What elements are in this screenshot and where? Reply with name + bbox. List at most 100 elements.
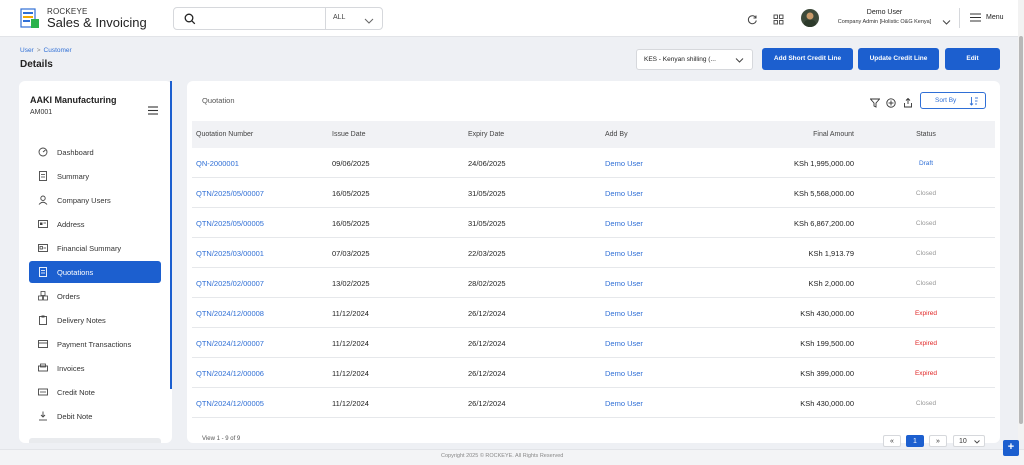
orders-icon — [38, 291, 48, 301]
added-by-link[interactable]: Demo User — [605, 189, 643, 198]
quotation-number-link[interactable]: QTN/2024/12/00006 — [196, 369, 264, 378]
sidebar-item-debit-note[interactable]: Debit Note — [29, 405, 161, 427]
sidebar-item-delivery-notes[interactable]: Delivery Notes — [29, 309, 161, 331]
issue-date-cell: 09/06/2025 — [332, 159, 370, 168]
added-by-link[interactable]: Demo User — [605, 219, 643, 228]
sidebar-item-quotations[interactable]: Quotations — [29, 261, 161, 283]
issue-date-cell: 11/12/2024 — [332, 309, 369, 318]
table-row: QTN/2025/05/00005 16/05/2025 31/05/2025 Dem… — [192, 208, 995, 238]
scrollbar-thumb[interactable] — [1019, 36, 1023, 424]
pager-prev-button[interactable]: « — [883, 435, 901, 447]
app-logo[interactable]: ROCKEYE Sales & Invoicing — [19, 7, 147, 30]
sidebar-toggle-icon[interactable] — [148, 102, 158, 120]
dashboard-icon — [38, 147, 48, 157]
added-by-link[interactable]: Demo User — [605, 339, 643, 348]
issue-date-cell: 16/05/2025 — [332, 189, 370, 198]
added-by-link[interactable]: Demo User — [605, 399, 643, 408]
status-badge: Expired — [914, 370, 938, 377]
update-credit-line-button[interactable]: Update Credit Line — [858, 48, 939, 70]
quotation-number-link[interactable]: QTN/2025/05/00007 — [196, 189, 264, 198]
sidebar-item-invoices[interactable]: Invoices — [29, 357, 161, 379]
quotation-number-link[interactable]: QTN/2025/03/00001 — [196, 249, 264, 258]
floating-add-button[interactable]: + — [1003, 440, 1019, 456]
col-status[interactable]: Status — [896, 131, 956, 138]
edit-button[interactable]: Edit — [945, 48, 1000, 70]
added-by-link[interactable]: Demo User — [605, 309, 643, 318]
final-amount-cell: KSh 1,995,000.00 — [793, 159, 854, 168]
quotation-number-link[interactable]: QN-2000001 — [196, 159, 239, 168]
quotation-number-link[interactable]: QTN/2025/02/00007 — [196, 279, 264, 288]
table-row: QTN/2024/12/00006 11/12/2024 26/12/2024 Dem… — [192, 358, 995, 388]
view-count: View 1 - 9 of 9 — [202, 436, 241, 442]
expiry-date-cell: 31/05/2025 — [468, 189, 506, 198]
expiry-date-cell: 24/06/2025 — [468, 159, 506, 168]
sidebar-item-payment-transactions[interactable]: Payment Transactions — [29, 333, 161, 355]
sidebar-item-orders[interactable]: Orders — [29, 285, 161, 307]
expiry-date-cell: 26/12/2024 — [468, 399, 506, 408]
col-issue-date[interactable]: Issue Date — [332, 131, 365, 138]
breadcrumb-user[interactable]: User — [20, 47, 34, 54]
sidebar-item-credit-note[interactable]: Credit Note — [29, 381, 161, 403]
document-icon — [38, 171, 48, 181]
avatar[interactable] — [801, 9, 819, 27]
added-by-link[interactable]: Demo User — [605, 249, 643, 258]
footer: Copyright 2025 © ROCKEYE. All Rights Res… — [0, 449, 1024, 465]
final-amount-cell: KSh 5,568,000.00 — [793, 189, 854, 198]
quotation-number-link[interactable]: QTN/2024/12/00008 — [196, 309, 264, 318]
page-size-select[interactable]: 10 — [953, 435, 985, 447]
added-by-link[interactable]: Demo User — [605, 279, 643, 288]
sidebar-item-label: Financial Summary — [57, 243, 122, 253]
apps-grid-icon[interactable] — [773, 12, 784, 30]
status-badge: Expired — [914, 310, 938, 317]
quotation-number-link[interactable]: QTN/2024/12/00005 — [196, 399, 264, 408]
added-by-link[interactable]: Demo User — [605, 369, 643, 378]
currency-select[interactable]: KES - Kenyan shilling (... — [636, 49, 753, 70]
final-amount-cell: KSh 1,913.79 — [808, 249, 854, 258]
sidebar-item-label: Debit Note — [57, 411, 93, 421]
col-add-by[interactable]: Add By — [605, 131, 628, 138]
status-badge: Expired — [914, 340, 938, 347]
user-menu-chevron-icon[interactable] — [942, 14, 951, 32]
sidebar-item-dashboard[interactable]: Dashboard — [29, 141, 161, 163]
expiry-date-cell: 26/12/2024 — [468, 309, 506, 318]
sidebar-item-label: Summary — [57, 171, 90, 181]
col-expiry-date[interactable]: Expiry Date — [468, 131, 504, 138]
sidebar-item-label: Delivery Notes — [57, 315, 106, 325]
col-quotation-number[interactable]: Quotation Number — [196, 131, 253, 138]
pager-next-button[interactable]: » — [929, 435, 947, 447]
menu-button[interactable]: Menu — [970, 13, 1004, 22]
table-header: Quotation Number Issue Date Expiry Date … — [192, 121, 995, 148]
user-icon — [38, 195, 48, 205]
finance-card-icon — [38, 243, 48, 253]
col-final-amount[interactable]: Final Amount — [734, 131, 854, 138]
sidebar-scroll-indicator[interactable] — [170, 81, 172, 389]
search-scope-select[interactable]: ALL — [333, 14, 345, 21]
status-badge: Closed — [915, 280, 937, 287]
add-short-credit-line-button[interactable]: Add Short Credit Line — [762, 48, 853, 70]
added-by-link[interactable]: Demo User — [605, 159, 643, 168]
page-scrollbar[interactable] — [1018, 0, 1024, 440]
add-circle-icon[interactable] — [886, 95, 896, 113]
issue-date-cell: 11/12/2024 — [332, 399, 369, 408]
sidebar-item-summary[interactable]: Summary — [29, 165, 161, 187]
table-row: QTN/2024/12/00005 11/12/2024 26/12/2024 Dem… — [192, 388, 995, 418]
sidebar-item-financial-summary[interactable]: Financial Summary — [29, 237, 161, 259]
breadcrumb-customer[interactable]: Customer — [44, 47, 72, 54]
user-name[interactable]: Demo User — [832, 9, 937, 16]
quotation-number-link[interactable]: QTN/2024/12/00007 — [196, 339, 264, 348]
export-icon[interactable] — [903, 95, 913, 113]
filter-icon[interactable] — [869, 95, 881, 113]
global-search[interactable]: ALL — [173, 7, 383, 30]
pager-page-1[interactable]: 1 — [906, 435, 924, 447]
quotation-number-link[interactable]: QTN/2025/05/00005 — [196, 219, 264, 228]
sidebar-item-label: Payment Transactions — [57, 339, 132, 349]
table-row: QN-2000001 09/06/2025 24/06/2025 Demo User K… — [192, 148, 995, 178]
final-amount-cell: KSh 199,500.00 — [800, 339, 854, 348]
chevron-down-icon[interactable] — [364, 13, 374, 31]
refresh-icon[interactable] — [747, 12, 758, 30]
status-badge: Draft — [918, 160, 934, 167]
sidebar-item-address[interactable]: Address — [29, 213, 161, 235]
sidebar-item-company-users[interactable]: Company Users — [29, 189, 161, 211]
company-code: AM001 — [30, 109, 53, 116]
sort-by-button[interactable]: Sort By — [920, 92, 986, 109]
